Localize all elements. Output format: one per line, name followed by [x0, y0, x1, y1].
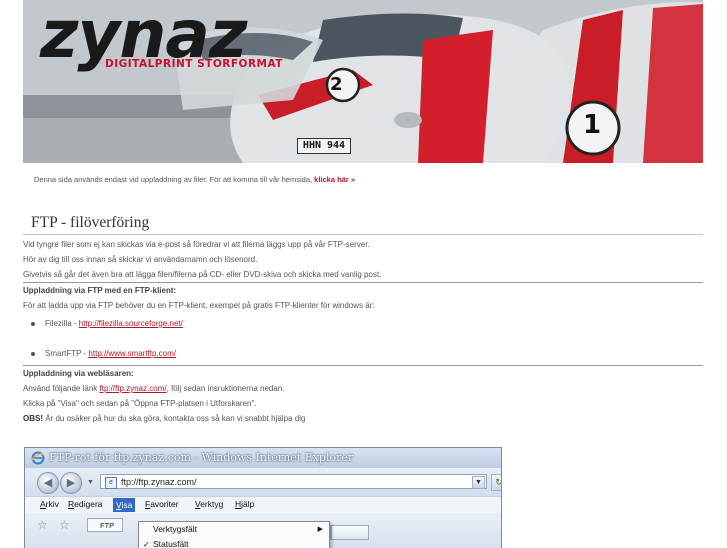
back-button[interactable]: ◀	[37, 472, 59, 494]
toolbar-button[interactable]	[331, 525, 369, 540]
history-dropdown-icon[interactable]: ▼	[87, 479, 94, 486]
submenu-arrow-icon: ▶	[317, 526, 323, 533]
ie-screenshot: FTP-rot för ftp.zynaz.com - Windows Inte…	[24, 447, 502, 548]
notice-text: Denna sida används endast vid uppladdnin…	[34, 175, 313, 184]
menu-visa[interactable]: Visa	[113, 498, 136, 512]
forward-button[interactable]: ▶	[60, 472, 82, 494]
menu-item-verktygsfalt[interactable]: Verktygsfält ▶	[139, 522, 329, 537]
ftp-client-text: För att ladda upp via FTP behöver du en …	[23, 301, 375, 310]
add-favorite-icon[interactable]: ☆	[59, 518, 70, 532]
smartftp-link[interactable]: http://www.smartftp.com/	[88, 349, 176, 358]
list-item: Filezilla - http://filezilla.sourceforge…	[23, 316, 703, 331]
ie-titlebar: FTP-rot för ftp.zynaz.com - Windows Inte…	[25, 448, 501, 468]
checkmark-icon: ✓	[143, 540, 150, 548]
menu-verktyg[interactable]: Verktyg	[195, 499, 223, 509]
header-banner: zynaz DIGITALPRINT STORFORMAT 2 1 HHN 94…	[23, 0, 703, 163]
menu-favoriter[interactable]: Favoriter	[145, 499, 179, 509]
car-number-1: 1	[583, 110, 602, 140]
homepage-link[interactable]: klicka här »	[314, 175, 355, 184]
car-number-2: 2	[330, 74, 343, 95]
menu-hjalp[interactable]: Hjälp	[235, 499, 254, 509]
browser-upload-heading: Uppladdning via webläsaren:	[23, 369, 134, 378]
address-dropdown-icon[interactable]: ▼	[472, 476, 485, 489]
favorites-star-icon[interactable]: ☆	[37, 518, 48, 532]
address-text: ftp://ftp.zynaz.com/	[121, 477, 197, 487]
filezilla-link[interactable]: http://filezilla.sourceforge.net/	[79, 319, 183, 328]
main-content: FTP - filöverföring Vid tyngre filer som…	[23, 214, 703, 426]
site-notice: Denna sida används endast vid uppladdnin…	[34, 175, 355, 184]
refresh-icon[interactable]: ↻	[491, 474, 501, 491]
obs-note: OBS! Är du osäker på hur du ska göra, ko…	[23, 414, 306, 423]
intro-line-2: Hör av dig till oss innan så skickar vi …	[23, 255, 258, 264]
title-divider	[23, 234, 703, 235]
ie-window-title: FTP-rot för ftp.zynaz.com - Windows Inte…	[49, 451, 354, 464]
intro-line-1: Vid tyngre filer som ej kan skickas via …	[23, 240, 370, 249]
ie-menubar: Arkiv Redigera Visa Favoriter Verktyg Hj…	[25, 496, 501, 513]
browser-upload-line-1: Använd följande länk ftp://ftp.zynaz.com…	[23, 384, 285, 393]
internet-explorer-icon	[31, 451, 45, 465]
browser-upload-line-2: Klicka på "Visa" och sedan på "Öppna FTP…	[23, 399, 257, 408]
menu-item-statusfalt[interactable]: ✓ Statusfält	[139, 537, 329, 548]
ftp-client-heading: Uppladdning via FTP med en FTP-klient:	[23, 286, 177, 295]
ftp-client-list: Filezilla - http://filezilla.sourceforge…	[23, 316, 703, 361]
menu-arkiv[interactable]: Arkiv	[40, 499, 59, 509]
address-bar[interactable]: e ftp://ftp.zynaz.com/ ▼	[100, 474, 487, 489]
intro-line-3: Givetvis så går det även bra att lägga f…	[23, 270, 382, 279]
license-plate: HHN 944	[297, 138, 351, 154]
menu-redigera[interactable]: Redigera	[68, 499, 103, 509]
page-title: FTP - filöverföring	[31, 214, 150, 231]
logo-tagline: DIGITALPRINT STORFORMAT	[105, 58, 283, 70]
page-icon: e	[105, 477, 117, 489]
list-item: SmartFTP - http://www.smartftp.com/	[23, 346, 703, 361]
ie-address-row: ◀ ▶ ▼ e ftp://ftp.zynaz.com/ ▼ ↻	[25, 468, 501, 496]
visa-dropdown-menu: Verktygsfält ▶ ✓ Statusfält	[138, 521, 330, 548]
ftp-server-link[interactable]: ftp://ftp.zynaz.com/	[100, 384, 167, 393]
tab-ftp[interactable]: FTP	[87, 518, 123, 532]
